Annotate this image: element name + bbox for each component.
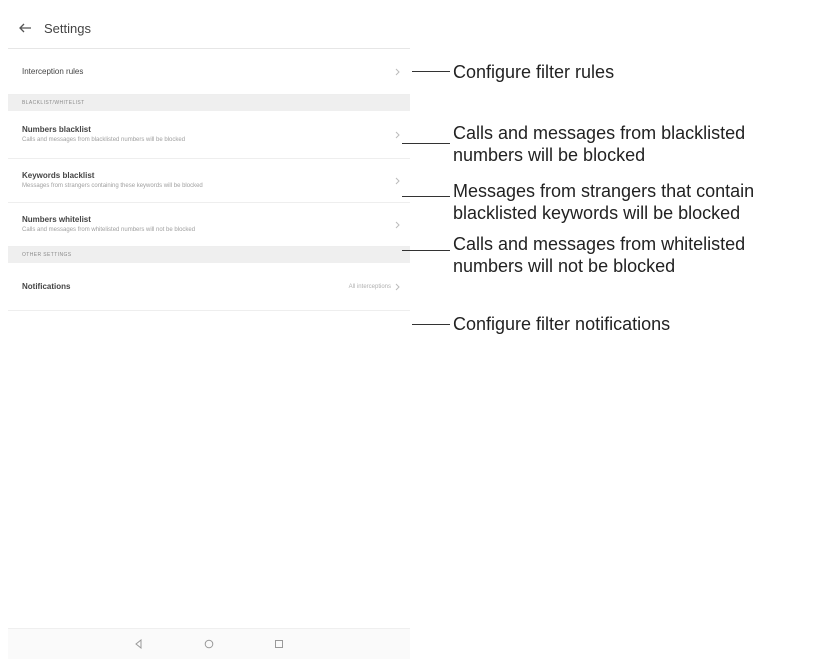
interception-rules-label: Interception rules bbox=[22, 67, 84, 76]
section-header-blacklist-whitelist: BLACKLIST/WHITELIST bbox=[8, 95, 410, 111]
back-triangle-icon bbox=[135, 639, 142, 649]
leader-line-keywords bbox=[402, 196, 450, 197]
callout-keywords: Messages from strangers that contain bla… bbox=[453, 180, 754, 224]
chevron-right-icon bbox=[395, 221, 400, 228]
leader-line-filter-rules bbox=[412, 71, 450, 72]
callout-blacklist-line1: Calls and messages from blacklisted bbox=[453, 123, 746, 143]
numbers-whitelist-title: Numbers whitelist bbox=[22, 215, 91, 224]
numbers-blacklist-row[interactable]: Numbers blacklist Calls and messages fro… bbox=[8, 111, 410, 159]
phone-screen: Settings Interception rules BLACKLIST/WH… bbox=[8, 8, 410, 659]
system-nav-bar bbox=[8, 628, 410, 659]
chevron-right-icon bbox=[395, 177, 400, 184]
chevron-right-icon bbox=[395, 283, 400, 290]
callout-filter-rules: Configure filter rules bbox=[453, 61, 614, 83]
callout-whitelist-line1: Calls and messages from whitelisted bbox=[453, 234, 746, 254]
notifications-row[interactable]: Notifications All interceptions bbox=[8, 263, 410, 311]
callout-notifications-text: Configure filter notifications bbox=[453, 314, 671, 334]
notifications-title: Notifications bbox=[22, 282, 71, 291]
interception-rules-row[interactable]: Interception rules bbox=[8, 49, 410, 95]
keywords-blacklist-subtitle: Messages from strangers containing these… bbox=[22, 183, 203, 189]
callout-blacklist-line2: numbers will be blocked bbox=[453, 145, 646, 165]
callout-notifications: Configure filter notifications bbox=[453, 313, 670, 335]
section-header-other-settings: OTHER SETTINGS bbox=[8, 247, 410, 263]
numbers-blacklist-subtitle: Calls and messages from blacklisted numb… bbox=[22, 137, 186, 143]
numbers-whitelist-row[interactable]: Numbers whitelist Calls and messages fro… bbox=[8, 203, 410, 247]
callout-blacklist: Calls and messages from blacklisted numb… bbox=[453, 122, 745, 166]
numbers-blacklist-title: Numbers blacklist bbox=[22, 125, 91, 134]
callout-whitelist-line2: numbers will not be blocked bbox=[453, 256, 676, 276]
callout-keywords-line2: blacklisted keywords will be blocked bbox=[453, 203, 741, 223]
leader-line-blacklist bbox=[402, 143, 450, 144]
callout-whitelist: Calls and messages from whitelisted numb… bbox=[453, 233, 745, 277]
leader-line-whitelist bbox=[402, 250, 450, 251]
leader-line-notifications bbox=[412, 324, 450, 325]
back-arrow-icon[interactable] bbox=[8, 8, 42, 48]
chevron-right-icon bbox=[395, 68, 400, 75]
nav-home-button[interactable] bbox=[174, 629, 244, 659]
keywords-blacklist-title: Keywords blacklist bbox=[22, 171, 95, 180]
nav-recents-button[interactable] bbox=[244, 629, 314, 659]
recents-square-icon bbox=[275, 640, 283, 648]
app-bar: Settings bbox=[8, 8, 410, 49]
callout-filter-rules-text: Configure filter rules bbox=[453, 62, 615, 82]
nav-back-button[interactable] bbox=[104, 629, 174, 659]
page-title: Settings bbox=[44, 20, 91, 36]
chevron-right-icon bbox=[395, 131, 400, 138]
notifications-value: All interceptions bbox=[348, 283, 391, 290]
keywords-blacklist-row[interactable]: Keywords blacklist Messages from strange… bbox=[8, 159, 410, 203]
home-circle-icon bbox=[204, 639, 214, 649]
callout-keywords-line1: Messages from strangers that contain bbox=[453, 181, 755, 201]
numbers-whitelist-subtitle: Calls and messages from whitelisted numb… bbox=[22, 227, 196, 233]
